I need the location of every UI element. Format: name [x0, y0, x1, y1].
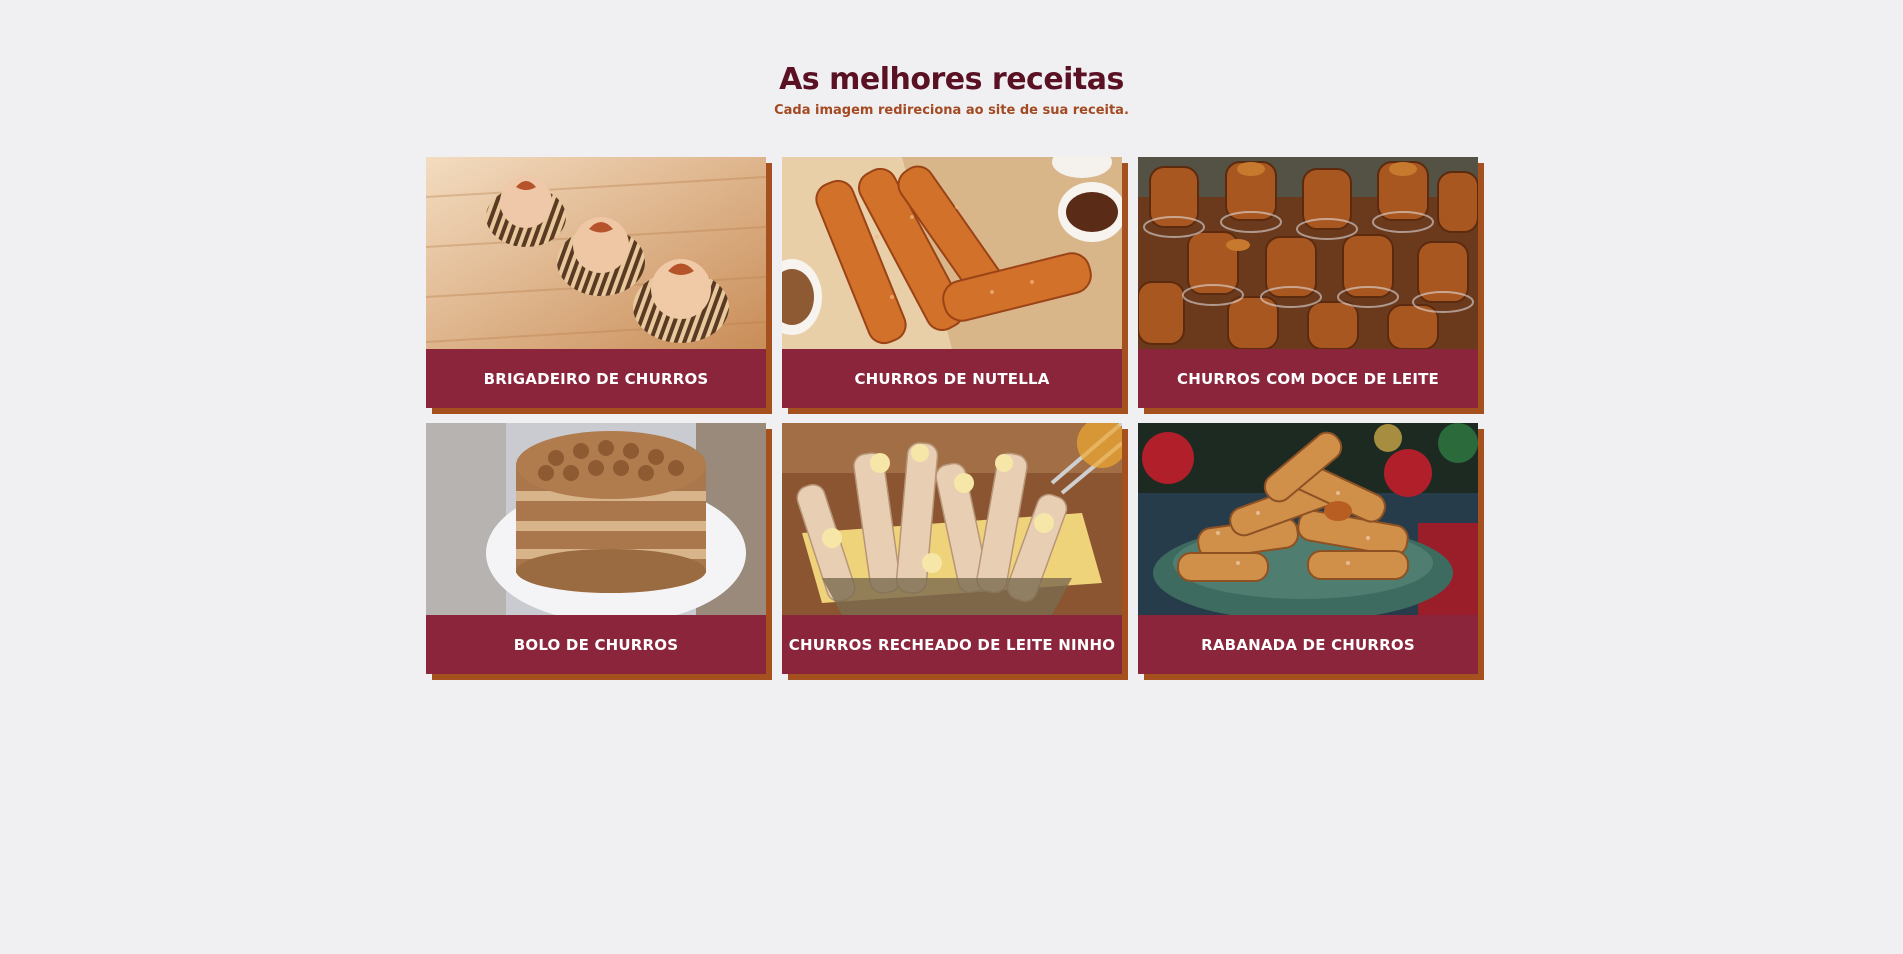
recipe-card-churros-recheado-de-leite-ninho[interactable]: CHURROS RECHEADO DE LEITE NINHO — [782, 423, 1122, 674]
recipe-image-churros-com-doce-de-leite[interactable] — [1138, 157, 1478, 349]
recipe-label-churros-recheado-de-leite-ninho[interactable]: CHURROS RECHEADO DE LEITE NINHO — [782, 615, 1122, 674]
page-subtitle: Cada imagem redireciona ao site de sua r… — [774, 103, 1129, 118]
recipe-label-rabanada-de-churros[interactable]: RABANADA DE CHURROS — [1138, 615, 1478, 674]
recipe-card-bolo-de-churros[interactable]: BOLO DE CHURROS — [426, 423, 766, 674]
recipe-label-churros-de-nutella[interactable]: CHURROS DE NUTELLA — [782, 349, 1122, 408]
page-title: As melhores receitas — [779, 62, 1124, 97]
recipe-card-churros-com-doce-de-leite[interactable]: CHURROS COM DOCE DE LEITE — [1138, 157, 1478, 408]
recipe-label-churros-com-doce-de-leite[interactable]: CHURROS COM DOCE DE LEITE — [1138, 349, 1478, 408]
recipe-image-churros-recheado-de-leite-ninho[interactable] — [782, 423, 1122, 615]
recipe-card-churros-de-nutella[interactable]: CHURROS DE NUTELLA — [782, 157, 1122, 408]
recipe-card-brigadeiro-de-churros[interactable]: BRIGADEIRO DE CHURROS — [426, 157, 766, 408]
recipe-image-brigadeiro-de-churros[interactable] — [426, 157, 766, 349]
recipe-grid: BRIGADEIRO DE CHURROS CHURROS DE NUTELLA… — [426, 157, 1478, 674]
recipe-image-rabanada-de-churros[interactable] — [1138, 423, 1478, 615]
recipe-image-churros-de-nutella[interactable] — [782, 157, 1122, 349]
recipe-label-brigadeiro-de-churros[interactable]: BRIGADEIRO DE CHURROS — [426, 349, 766, 408]
page-header: As melhores receitas Cada imagem redirec… — [0, 60, 1903, 120]
recipe-image-bolo-de-churros[interactable] — [426, 423, 766, 615]
recipe-label-bolo-de-churros[interactable]: BOLO DE CHURROS — [426, 615, 766, 674]
recipe-card-rabanada-de-churros[interactable]: RABANADA DE CHURROS — [1138, 423, 1478, 674]
